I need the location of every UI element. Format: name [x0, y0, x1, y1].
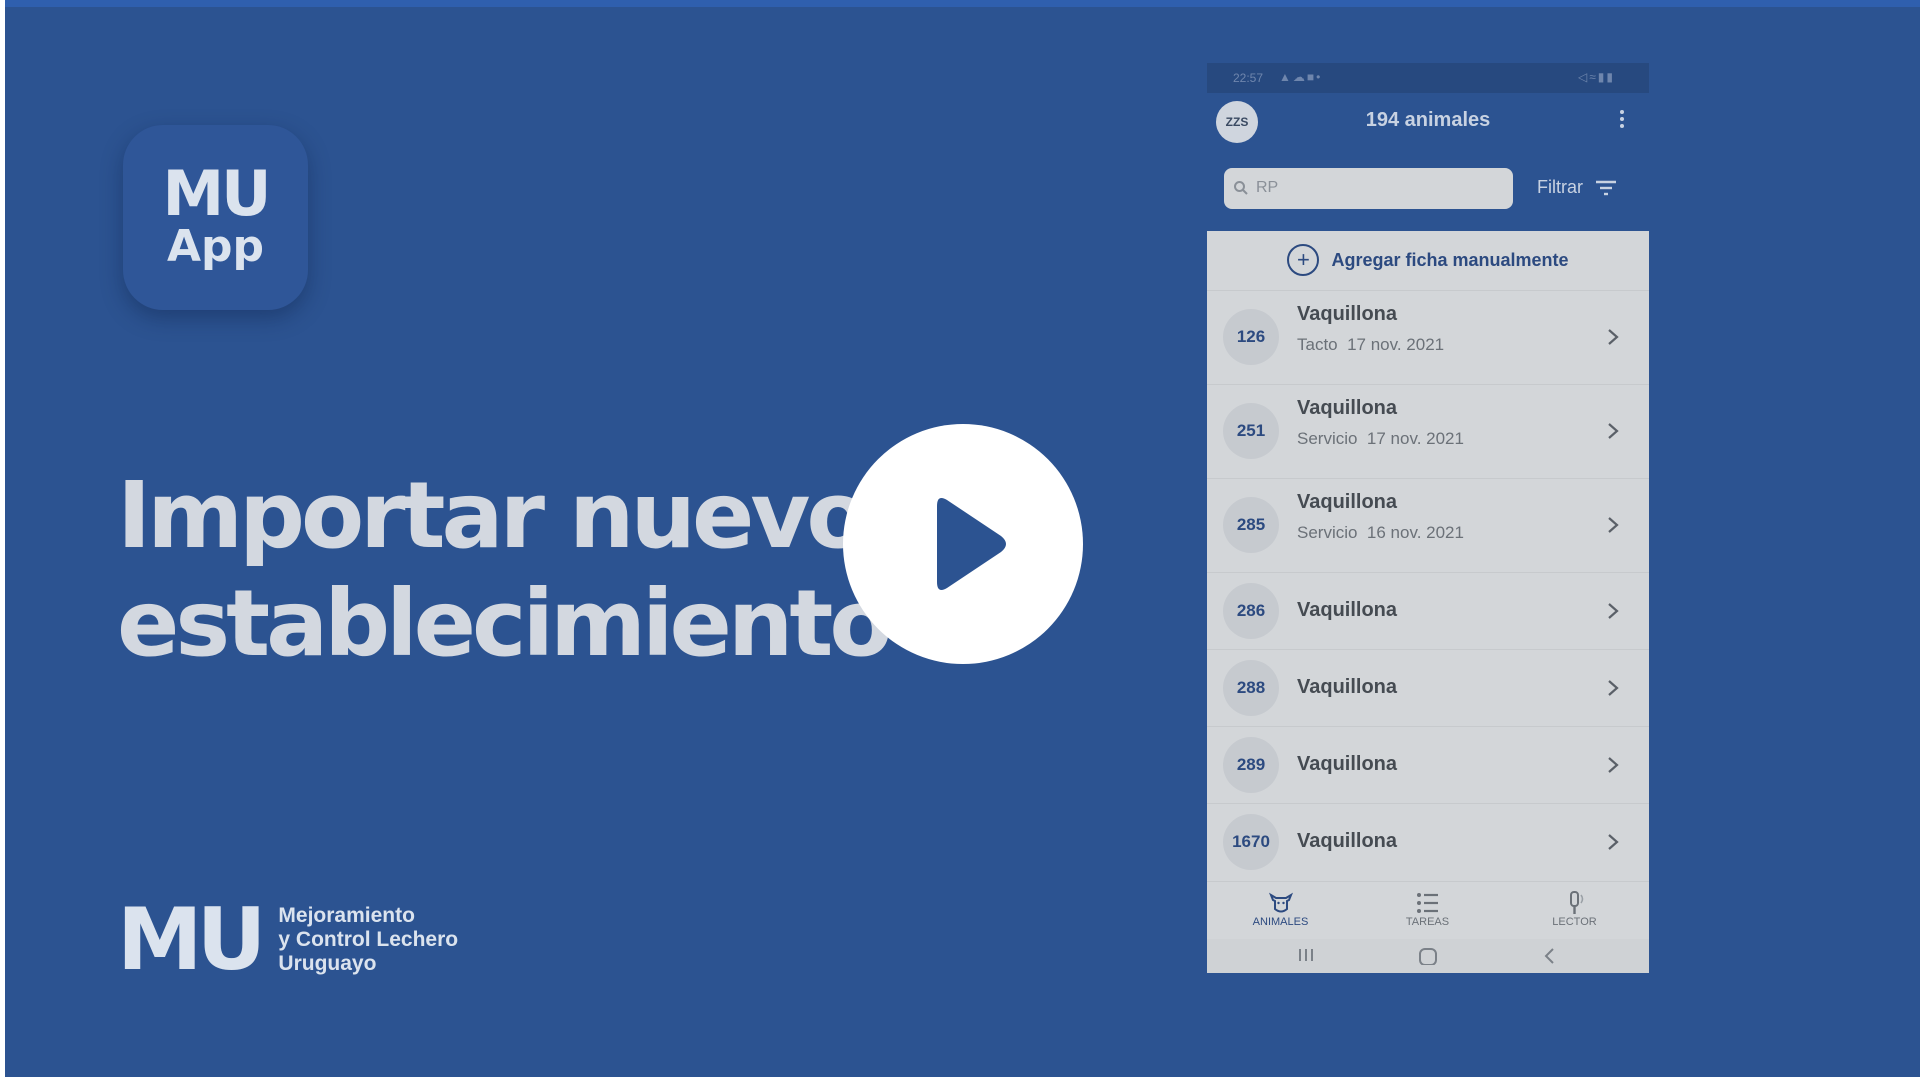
- tab-animals-label: ANIMALES: [1252, 916, 1309, 928]
- filter-label: Filtrar: [1537, 177, 1583, 197]
- chevron-right-icon: [1608, 603, 1619, 619]
- organization-logo-mark: MU: [117, 890, 266, 990]
- animal-id-badge: 289: [1223, 737, 1279, 793]
- animal-category: Vaquillona: [1297, 830, 1398, 852]
- add-circle-icon: +: [1287, 244, 1320, 276]
- organization-name-line-1: Mejoramiento: [278, 904, 415, 927]
- page-title: 194 animales: [1365, 109, 1491, 131]
- recent-apps-icon[interactable]: [1297, 947, 1315, 963]
- chevron-right-icon: [1608, 757, 1619, 773]
- organization-logo: MU Mejoramiento y Control Lechero Urugua…: [117, 890, 458, 990]
- home-icon[interactable]: [1418, 947, 1438, 965]
- organization-name-line-2: y Control Lechero: [278, 928, 459, 951]
- app-icon-mu-text: MU: [162, 156, 271, 230]
- chevron-right-icon: [1608, 423, 1619, 439]
- phone-screenshot: 22:57 ▲☁■• ◁≈▮▮ ZZS 194 animales RP Filt…: [1207, 63, 1649, 973]
- app-icon-app-text: App: [166, 220, 265, 272]
- filter-button[interactable]: Filtrar: [1537, 177, 1617, 198]
- tab-tasks-label: TAREAS: [1405, 916, 1450, 928]
- animal-category: Vaquillona: [1297, 676, 1398, 698]
- status-time: 22:57: [1233, 71, 1264, 85]
- rfid-reader-icon: [1501, 890, 1648, 916]
- chevron-right-icon: [1608, 329, 1619, 345]
- play-icon: [937, 498, 1006, 590]
- animal-id-badge: 285: [1223, 497, 1279, 553]
- animal-category: Vaquillona: [1297, 303, 1398, 325]
- animal-id-badge: 1670: [1223, 814, 1279, 870]
- list-icon: [1354, 890, 1501, 916]
- chevron-right-icon: [1608, 680, 1619, 696]
- list-item[interactable]: 251 Vaquillona Servicio 17 nov. 2021: [1207, 384, 1649, 478]
- animal-last-event: Servicio 17 nov. 2021: [1297, 429, 1464, 448]
- video-title-line-1: Importar nuevo: [117, 462, 870, 569]
- list-item[interactable]: 126 Vaquillona Tacto 17 nov. 2021: [1207, 290, 1649, 384]
- search-input[interactable]: RP: [1224, 168, 1513, 209]
- chevron-right-icon: [1608, 517, 1619, 533]
- tab-tasks[interactable]: TAREAS: [1354, 890, 1501, 928]
- list-item[interactable]: 288 Vaquillona: [1207, 649, 1649, 726]
- play-button[interactable]: [843, 424, 1083, 664]
- animal-id-badge: 126: [1223, 309, 1279, 365]
- animal-list: 126 Vaquillona Tacto 17 nov. 2021 251 Va…: [1207, 290, 1649, 880]
- list-item[interactable]: 286 Vaquillona: [1207, 572, 1649, 649]
- animal-last-event: Tacto 17 nov. 2021: [1297, 335, 1445, 354]
- top-accent-line: [5, 0, 1920, 7]
- cow-icon: [1207, 890, 1354, 916]
- video-title: Importar nuevo establecimiento: [117, 462, 893, 678]
- filter-icon: [1596, 180, 1616, 195]
- search-placeholder: RP: [1256, 179, 1279, 196]
- more-vert-icon[interactable]: [1616, 110, 1628, 132]
- organization-name: Mejoramiento y Control Lechero Uruguayo: [278, 904, 458, 976]
- back-icon[interactable]: [1543, 947, 1557, 965]
- notification-icons: ▲☁■•: [1279, 70, 1323, 84]
- phone-app-header: 22:57 ▲☁■• ◁≈▮▮ ZZS 194 animales RP Filt…: [1207, 63, 1649, 231]
- phone-status-bar: 22:57 ▲☁■• ◁≈▮▮: [1207, 63, 1649, 93]
- chevron-right-icon: [1608, 834, 1619, 850]
- tab-reader-label: LECTOR: [1552, 916, 1597, 928]
- android-system-nav: [1207, 939, 1649, 973]
- organization-name-line-3: Uruguayo: [278, 952, 377, 975]
- tab-animals[interactable]: ANIMALES: [1207, 890, 1354, 928]
- animal-category: Vaquillona: [1297, 599, 1398, 621]
- animal-category: Vaquillona: [1297, 753, 1398, 775]
- bottom-navigation: ANIMALES TAREAS LECTOR: [1207, 881, 1649, 940]
- animal-id-badge: 288: [1223, 660, 1279, 716]
- animal-id-badge: 251: [1223, 403, 1279, 459]
- animal-category: Vaquillona: [1297, 491, 1398, 513]
- tab-reader[interactable]: LECTOR: [1501, 890, 1648, 928]
- animal-id-badge: 286: [1223, 583, 1279, 639]
- search-icon: [1234, 181, 1248, 195]
- list-item[interactable]: 289 Vaquillona: [1207, 726, 1649, 803]
- signal-battery-icons: ◁≈▮▮: [1577, 70, 1615, 84]
- list-item[interactable]: 285 Vaquillona Servicio 16 nov. 2021: [1207, 478, 1649, 572]
- app-logo-icon: MU App: [123, 125, 308, 310]
- animal-category: Vaquillona: [1297, 397, 1398, 419]
- video-title-line-2: establecimiento: [117, 570, 893, 677]
- animal-last-event: Servicio 16 nov. 2021: [1297, 523, 1464, 542]
- add-manual-entry-button[interactable]: + Agregar ficha manualmente: [1207, 231, 1649, 289]
- list-item[interactable]: 1670 Vaquillona: [1207, 803, 1649, 880]
- video-thumbnail: MU App Importar nuevo establecimiento MU…: [5, 0, 1920, 1077]
- add-manual-entry-label: Agregar ficha manualmente: [1331, 249, 1569, 270]
